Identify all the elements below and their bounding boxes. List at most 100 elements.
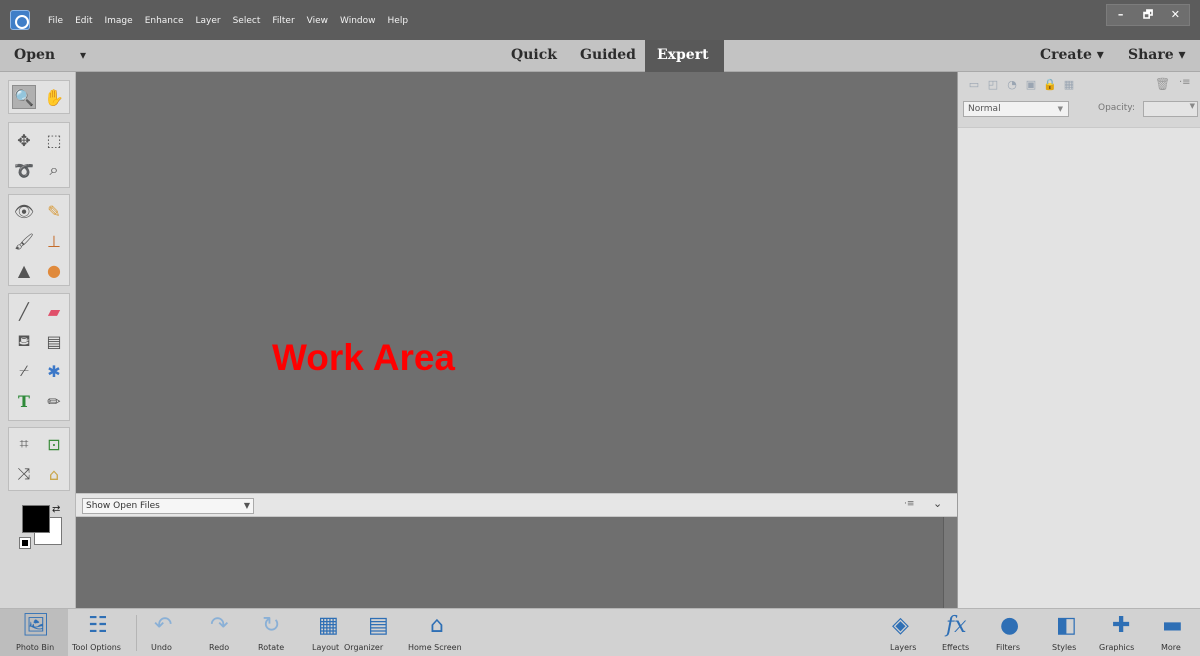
content-aware-move-tool-icon[interactable]: ⤨	[12, 462, 36, 486]
tab-quick[interactable]: Quick	[511, 47, 557, 63]
close-button[interactable]: ✕	[1162, 5, 1189, 25]
layout-label: Layout	[312, 643, 340, 652]
menu-window[interactable]: Window	[340, 12, 376, 30]
foreground-color-swatch[interactable]	[22, 505, 50, 533]
photo-bin-button[interactable]: 🖼 Photo Bin	[0, 609, 68, 656]
view-tools-group: 🔍 ✋	[8, 80, 70, 114]
layer-actions: ▭ ◰ ◔ ▣ 🔒 ▦	[966, 78, 1080, 94]
blend-mode-value: Normal	[968, 104, 1001, 114]
red-eye-tool-icon[interactable]: 👁	[12, 199, 36, 223]
smart-brush-tool-icon[interactable]: 🖌	[12, 229, 36, 253]
effects-label: Effects	[942, 643, 970, 652]
graphics-button[interactable]: ✚ Graphics	[1098, 609, 1148, 656]
tab-expert[interactable]: Expert	[657, 47, 709, 63]
dropdown-caret-icon: ▼	[243, 501, 250, 510]
tool-options-icon: ☷	[88, 613, 108, 638]
redo-button[interactable]: ↷ Redo	[196, 609, 246, 656]
menu-view[interactable]: View	[307, 12, 328, 30]
photo-bin-area[interactable]	[76, 517, 957, 608]
menu-layer[interactable]: Layer	[196, 12, 221, 30]
panel-menu-icon[interactable]: ·≡	[1179, 77, 1191, 88]
restore-button[interactable]: 🗗	[1134, 5, 1161, 25]
lock-transparency-icon[interactable]: ▦	[1061, 78, 1077, 91]
select-tools-group: ✥ ⬚ ➰ ⌕	[8, 122, 70, 188]
minimize-button[interactable]: –	[1107, 5, 1134, 25]
blend-mode-select[interactable]: Normal ▼	[963, 101, 1069, 117]
blur-tool-icon[interactable]: ▲	[12, 258, 36, 282]
work-area[interactable]: Work Area	[76, 72, 957, 493]
menu-filter[interactable]: Filter	[272, 12, 294, 30]
spot-healing-tool-icon[interactable]: ✎	[42, 199, 66, 223]
gradient-tool-icon[interactable]: ▤	[42, 329, 66, 353]
tool-options-button[interactable]: ☷ Tool Options	[68, 609, 132, 656]
eyedropper-tool-icon[interactable]: ⌿	[12, 359, 36, 383]
create-label: Create	[1040, 47, 1092, 63]
type-tool-icon[interactable]: T	[12, 389, 36, 413]
menu-help[interactable]: Help	[388, 12, 409, 30]
rotate-label: Rotate	[258, 643, 285, 652]
open-button[interactable]: Open	[14, 47, 55, 63]
marquee-tool-icon[interactable]: ⬚	[42, 128, 66, 152]
home-screen-button[interactable]: ⌂ Home Screen	[408, 609, 470, 656]
menu-edit[interactable]: Edit	[75, 12, 92, 30]
straighten-tool-icon[interactable]: ⌂	[42, 462, 66, 486]
menu-image[interactable]: Image	[105, 12, 133, 30]
photo-bin-icon: 🖼	[22, 613, 50, 638]
default-colors-icon[interactable]	[19, 537, 31, 549]
layout-icon: ▦	[318, 613, 339, 638]
adjustment-layer-icon[interactable]: ◔	[1004, 78, 1020, 91]
chevron-down-icon[interactable]: ⌄	[933, 497, 942, 510]
layers-list[interactable]	[958, 127, 1200, 608]
effects-icon: fx	[946, 613, 967, 638]
share-dropdown-icon: ▾	[1178, 47, 1186, 63]
new-group-icon[interactable]: ◰	[985, 78, 1001, 91]
draw-tools-group: ╱ ▰ ⛾ ▤ ⌿ ✱ T ✏	[8, 293, 70, 421]
photo-bin-scrollbar[interactable]	[943, 517, 957, 608]
undo-button[interactable]: ↶ Undo	[140, 609, 190, 656]
create-button[interactable]: Create ▾	[1040, 47, 1104, 63]
open-dropdown-icon[interactable]: ▾	[80, 48, 86, 62]
layer-mask-icon[interactable]: ▣	[1023, 78, 1039, 91]
paint-bucket-tool-icon[interactable]: ⛾	[12, 329, 36, 353]
effects-button[interactable]: fx Effects	[936, 609, 982, 656]
show-open-files-dropdown[interactable]: Show Open Files ▼	[82, 498, 254, 514]
move-tool-icon[interactable]: ✥	[12, 128, 36, 152]
new-layer-icon[interactable]: ▭	[966, 78, 982, 91]
organizer-button[interactable]: ▤ Organizer	[344, 609, 408, 656]
show-open-files-value: Show Open Files	[86, 501, 160, 511]
lock-icon[interactable]: 🔒	[1042, 78, 1058, 91]
more-button[interactable]: ▬ More	[1154, 609, 1200, 656]
lasso-tool-icon[interactable]: ➰	[12, 158, 36, 182]
brush-tool-icon[interactable]: ╱	[12, 299, 36, 323]
menu-enhance[interactable]: Enhance	[145, 12, 184, 30]
modify-tools-group: ⌗ ⊡ ⤨ ⌂	[8, 427, 70, 491]
quick-selection-tool-icon[interactable]: ⌕	[42, 158, 66, 182]
rotate-button[interactable]: ↻ Rotate	[252, 609, 302, 656]
recompose-tool-icon[interactable]: ⊡	[42, 432, 66, 456]
filters-button[interactable]: ● Filters	[990, 609, 1036, 656]
styles-button[interactable]: ◧ Styles	[1046, 609, 1092, 656]
tab-guided[interactable]: Guided	[580, 47, 636, 63]
home-icon: ⌂	[430, 613, 444, 638]
enhance-tools-group: 👁 ✎ 🖌 ⊥ ▲ ●	[8, 194, 70, 286]
trash-icon[interactable]: 🗑	[1155, 77, 1170, 91]
redo-icon: ↷	[210, 613, 229, 638]
layers-button[interactable]: ◈ Layers	[882, 609, 928, 656]
window-controls: – 🗗 ✕	[1106, 4, 1190, 26]
share-label: Share	[1128, 47, 1174, 63]
pencil-tool-icon[interactable]: ✏	[42, 389, 66, 413]
eraser-tool-icon[interactable]: ▰	[42, 299, 66, 323]
sponge-tool-icon[interactable]: ●	[42, 258, 66, 282]
menu-file[interactable]: File	[48, 12, 63, 30]
hand-tool-icon[interactable]: ✋	[42, 85, 66, 109]
crop-tool-icon[interactable]: ⌗	[12, 432, 36, 456]
share-button[interactable]: Share ▾	[1128, 47, 1186, 63]
opacity-input[interactable]: ▼	[1143, 101, 1198, 117]
swap-colors-icon[interactable]: ⇄	[52, 504, 60, 515]
bin-menu-icon[interactable]: ·≡	[904, 499, 914, 509]
menu-select[interactable]: Select	[233, 12, 261, 30]
zoom-tool-icon[interactable]: 🔍	[12, 85, 36, 109]
photo-bin-header: Show Open Files ▼ ·≡ ⌄	[76, 493, 957, 517]
custom-shape-tool-icon[interactable]: ✱	[42, 359, 66, 383]
clone-stamp-tool-icon[interactable]: ⊥	[42, 229, 66, 253]
